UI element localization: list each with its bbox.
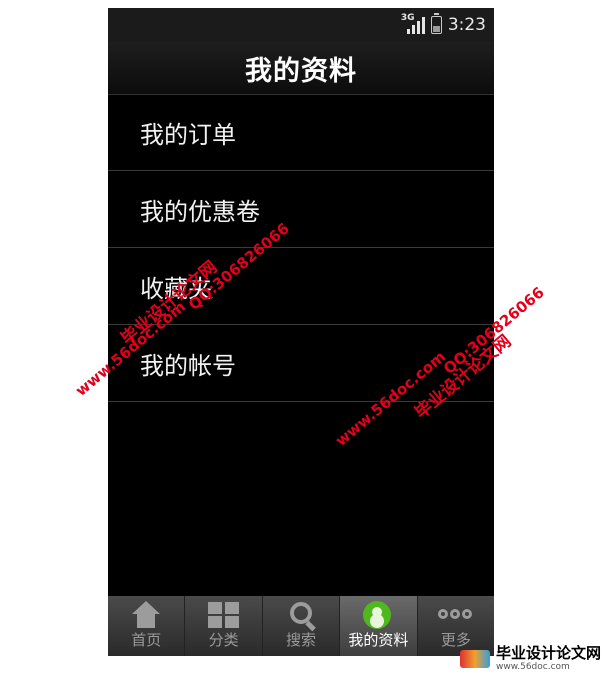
- tab-home[interactable]: 首页: [108, 596, 186, 656]
- bottom-tab-bar: 首页 分类 搜索 我的资料 更多: [108, 596, 494, 656]
- menu-item-my-coupons[interactable]: 我的优惠卷: [108, 171, 494, 248]
- tab-search[interactable]: 搜索: [263, 596, 341, 656]
- grid-icon: [206, 601, 242, 629]
- tab-categories[interactable]: 分类: [185, 596, 263, 656]
- tab-label: 我的资料: [348, 631, 409, 649]
- tab-label: 分类: [208, 631, 239, 649]
- menu-item-label: 我的帐号: [140, 351, 236, 380]
- more-icon: [437, 601, 474, 629]
- page-title: 我的资料: [245, 55, 357, 87]
- home-icon: [128, 601, 164, 629]
- menu-item-label: 我的优惠卷: [140, 197, 260, 226]
- brand-name: 毕业设计论文网: [495, 644, 601, 662]
- status-bar: 3G 3:23: [108, 8, 494, 42]
- tab-label: 首页: [131, 631, 162, 649]
- signal-icon: 3G: [401, 13, 425, 35]
- tab-label: 搜索: [286, 631, 317, 649]
- profile-icon: [360, 601, 396, 629]
- brand-footer: 毕业设计论文网 www.56doc.com: [459, 644, 601, 672]
- status-time: 3:23: [447, 15, 486, 35]
- brand-url: www.56doc.com: [495, 662, 570, 672]
- menu-item-my-orders[interactable]: 我的订单: [108, 94, 494, 171]
- brand-logo: [459, 650, 490, 668]
- tab-my-profile[interactable]: 我的资料: [340, 596, 418, 656]
- menu-item-label: 我的订单: [140, 120, 236, 149]
- title-bar: 我的资料: [108, 42, 494, 95]
- battery-icon: [430, 13, 442, 34]
- search-icon: [283, 601, 319, 629]
- phone-screen: 3G 3:23 我的资料 我的订单 我的优惠卷 收藏夹 我的帐号 首页 分类 搜…: [108, 8, 494, 656]
